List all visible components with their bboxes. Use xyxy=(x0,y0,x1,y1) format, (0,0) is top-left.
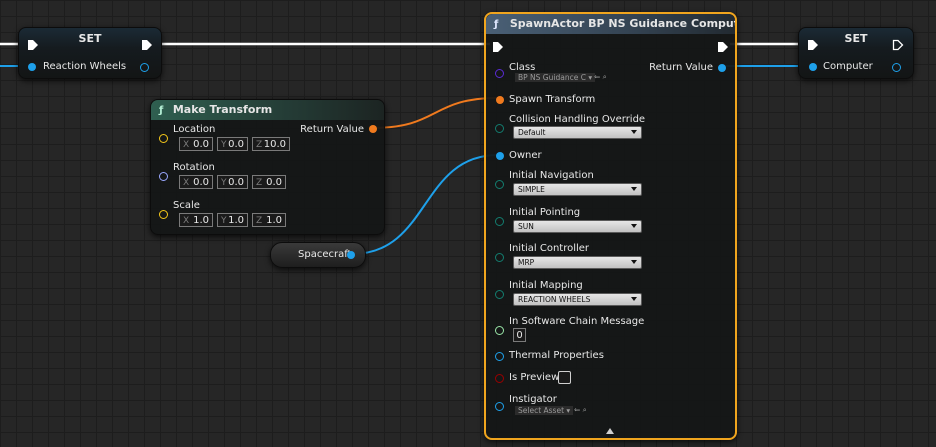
spacecraft-variable-node[interactable]: Spacecraft xyxy=(270,242,366,268)
software-chain-field[interactable]: 0 xyxy=(513,328,526,342)
return-value-label: Return Value xyxy=(649,62,713,73)
computer-label: Computer xyxy=(823,61,873,72)
spawn-transform-pin[interactable] xyxy=(496,96,504,104)
set-node-reaction-wheels[interactable]: SET Reaction Wheels xyxy=(18,27,162,79)
pointing-label: Initial Pointing xyxy=(509,207,581,218)
exec-out-pin[interactable] xyxy=(141,39,153,51)
reaction-wheels-in-pin[interactable] xyxy=(28,63,36,71)
is-preview-checkbox[interactable] xyxy=(558,371,571,384)
mapping-dropdown[interactable]: REACTION WHEELS xyxy=(513,293,642,306)
exec-in-pin[interactable] xyxy=(492,41,504,53)
software-chain-pin[interactable] xyxy=(495,326,504,335)
rotation-y-field[interactable]: Y 0.0 xyxy=(217,175,248,189)
make-transform-title: Make Transform xyxy=(172,103,273,116)
make-transform-output-label: Return Value xyxy=(300,124,364,135)
class-value[interactable]: BP NS Guidance C ▾ xyxy=(515,73,596,82)
rotation-pin[interactable] xyxy=(159,172,168,181)
controller-pin[interactable] xyxy=(495,253,504,262)
scale-z-field[interactable]: Z 1.0 xyxy=(252,213,286,227)
spacecraft-label: Spacecraft xyxy=(298,249,352,260)
location-z-field[interactable]: Z 10.0 xyxy=(252,137,290,151)
mapping-label: Initial Mapping xyxy=(509,280,583,291)
spawn-transform-label: Spawn Transform xyxy=(509,94,596,105)
controller-dropdown[interactable]: MRP xyxy=(513,256,642,269)
scale-pin[interactable] xyxy=(159,210,168,219)
scale-label: Scale xyxy=(173,200,200,211)
reaction-wheels-label: Reaction Wheels xyxy=(43,61,127,72)
rotation-x-field[interactable]: X 0.0 xyxy=(179,175,213,189)
browse-icon[interactable]: ⇐ ⌕ xyxy=(594,72,607,82)
reaction-wheels-out-pin[interactable] xyxy=(140,63,149,72)
function-icon: ƒ xyxy=(494,19,499,30)
owner-label: Owner xyxy=(509,150,542,161)
exec-out-pin[interactable] xyxy=(892,39,904,51)
thermal-label: Thermal Properties xyxy=(509,350,604,361)
collapse-arrow-icon[interactable] xyxy=(606,428,614,434)
return-value-pin[interactable] xyxy=(718,64,726,72)
software-chain-label: In Software Chain Message xyxy=(509,316,645,327)
is-preview-label: Is Preview xyxy=(509,372,560,383)
rotation-z-field[interactable]: Z 0.0 xyxy=(252,175,286,189)
spawn-actor-title: SpawnActor BP NS Guidance Computer xyxy=(509,17,735,30)
scale-y-field[interactable]: Y 1.0 xyxy=(217,213,248,227)
make-transform-node[interactable]: ƒ Make Transform Return Value Location X… xyxy=(150,99,385,235)
location-label: Location xyxy=(173,124,216,135)
spawn-actor-header: ƒ SpawnActor BP NS Guidance Computer xyxy=(486,14,735,34)
computer-in-pin[interactable] xyxy=(809,63,817,71)
controller-label: Initial Controller xyxy=(509,243,590,254)
pointing-pin[interactable] xyxy=(495,217,504,226)
collision-dropdown[interactable]: Default xyxy=(513,126,642,139)
location-pin[interactable] xyxy=(159,134,168,143)
transform-wire xyxy=(371,97,499,129)
navigation-pin[interactable] xyxy=(495,180,504,189)
exec-in-pin[interactable] xyxy=(807,39,819,51)
make-transform-output-pin[interactable] xyxy=(369,125,377,133)
computer-out-pin[interactable] xyxy=(892,63,901,72)
function-icon: ƒ xyxy=(159,105,164,116)
instigator-pin[interactable] xyxy=(495,402,504,411)
instigator-label: Instigator xyxy=(509,394,557,405)
spacecraft-output-pin[interactable] xyxy=(347,251,355,259)
pointing-dropdown[interactable]: SUN xyxy=(513,220,642,233)
mapping-pin[interactable] xyxy=(495,290,504,299)
class-pin[interactable] xyxy=(495,69,504,78)
navigation-label: Initial Navigation xyxy=(509,170,594,181)
make-transform-header: ƒ Make Transform xyxy=(151,100,384,120)
thermal-pin[interactable] xyxy=(495,352,504,361)
owner-pin[interactable] xyxy=(496,152,504,160)
location-y-field[interactable]: Y 0.0 xyxy=(217,137,248,151)
spawn-actor-node[interactable]: ƒ SpawnActor BP NS Guidance Computer Cla… xyxy=(484,12,737,440)
rotation-label: Rotation xyxy=(173,162,215,173)
instigator-browse-icon[interactable]: ⇐ ⌕ xyxy=(574,405,587,415)
instigator-selector[interactable]: Select Asset ▾ xyxy=(515,406,574,415)
location-x-field[interactable]: X 0.0 xyxy=(179,137,213,151)
exec-out-pin[interactable] xyxy=(717,41,729,53)
collision-label: Collision Handling Override xyxy=(509,114,646,125)
set-node-title: SET xyxy=(78,32,102,45)
scale-x-field[interactable]: X 1.0 xyxy=(179,213,213,227)
collision-pin[interactable] xyxy=(495,124,504,133)
exec-in-pin[interactable] xyxy=(27,39,39,51)
is-preview-pin[interactable] xyxy=(495,374,504,383)
set-node-computer[interactable]: SET Computer xyxy=(798,27,914,79)
navigation-dropdown[interactable]: SIMPLE xyxy=(513,183,642,196)
